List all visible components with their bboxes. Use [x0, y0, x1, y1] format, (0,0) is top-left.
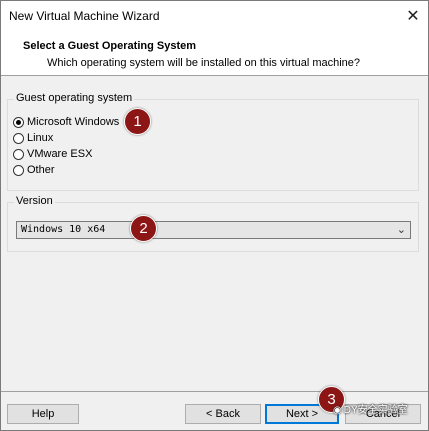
close-icon: ✕ [406, 8, 420, 25]
close-button[interactable]: ✕ [398, 1, 428, 31]
radio-label-microsoft-windows: Microsoft Windows [27, 116, 120, 128]
wechat-icon: ◉ [333, 405, 342, 416]
wizard-header: Select a Guest Operating System Which op… [1, 31, 428, 76]
radio-label-linux: Linux [27, 132, 54, 144]
step-badge-2: 2 [130, 215, 157, 242]
version-group-label: Version [14, 195, 55, 207]
footer-divider [1, 391, 428, 392]
radio-linux[interactable]: Linux [13, 132, 53, 144]
guest-os-group-label: Guest operating system [14, 92, 135, 104]
chevron-down-icon[interactable]: ⌄ [397, 223, 406, 236]
version-dropdown[interactable]: Windows 10 x64 ⌄ [16, 221, 411, 239]
version-group: Version Windows 10 x64 ⌄ [7, 195, 419, 252]
radio-microsoft-windows[interactable]: Microsoft Windows [13, 116, 119, 128]
watermark-text: DY安全实验室 [343, 405, 408, 416]
wizard-window: New Virtual Machine Wizard ✕ Select a Gu… [0, 0, 429, 431]
version-dropdown-value: Windows 10 x64 [21, 224, 106, 235]
watermark: ◉ DY安全实验室 [333, 401, 408, 416]
title-bar: New Virtual Machine Wizard ✕ [1, 1, 428, 31]
radio-button[interactable] [13, 164, 24, 176]
radio-label-other: Other [27, 164, 55, 176]
help-button[interactable]: Help [7, 404, 79, 424]
radio-other[interactable]: Other [13, 164, 55, 176]
radio-button-checked[interactable] [13, 116, 24, 128]
radio-button[interactable] [13, 132, 24, 144]
guest-os-group: Guest operating system Microsoft Windows… [7, 92, 419, 191]
page-subtitle: Which operating system will be installed… [47, 57, 361, 69]
step-badge-1: 1 [124, 108, 151, 135]
radio-label-vmware-esx: VMware ESX [27, 148, 93, 160]
page-title: Select a Guest Operating System [23, 40, 197, 52]
back-button[interactable]: < Back [185, 404, 261, 424]
radio-vmware-esx[interactable]: VMware ESX [13, 148, 92, 160]
radio-button[interactable] [13, 148, 24, 160]
window-title: New Virtual Machine Wizard [9, 9, 160, 23]
